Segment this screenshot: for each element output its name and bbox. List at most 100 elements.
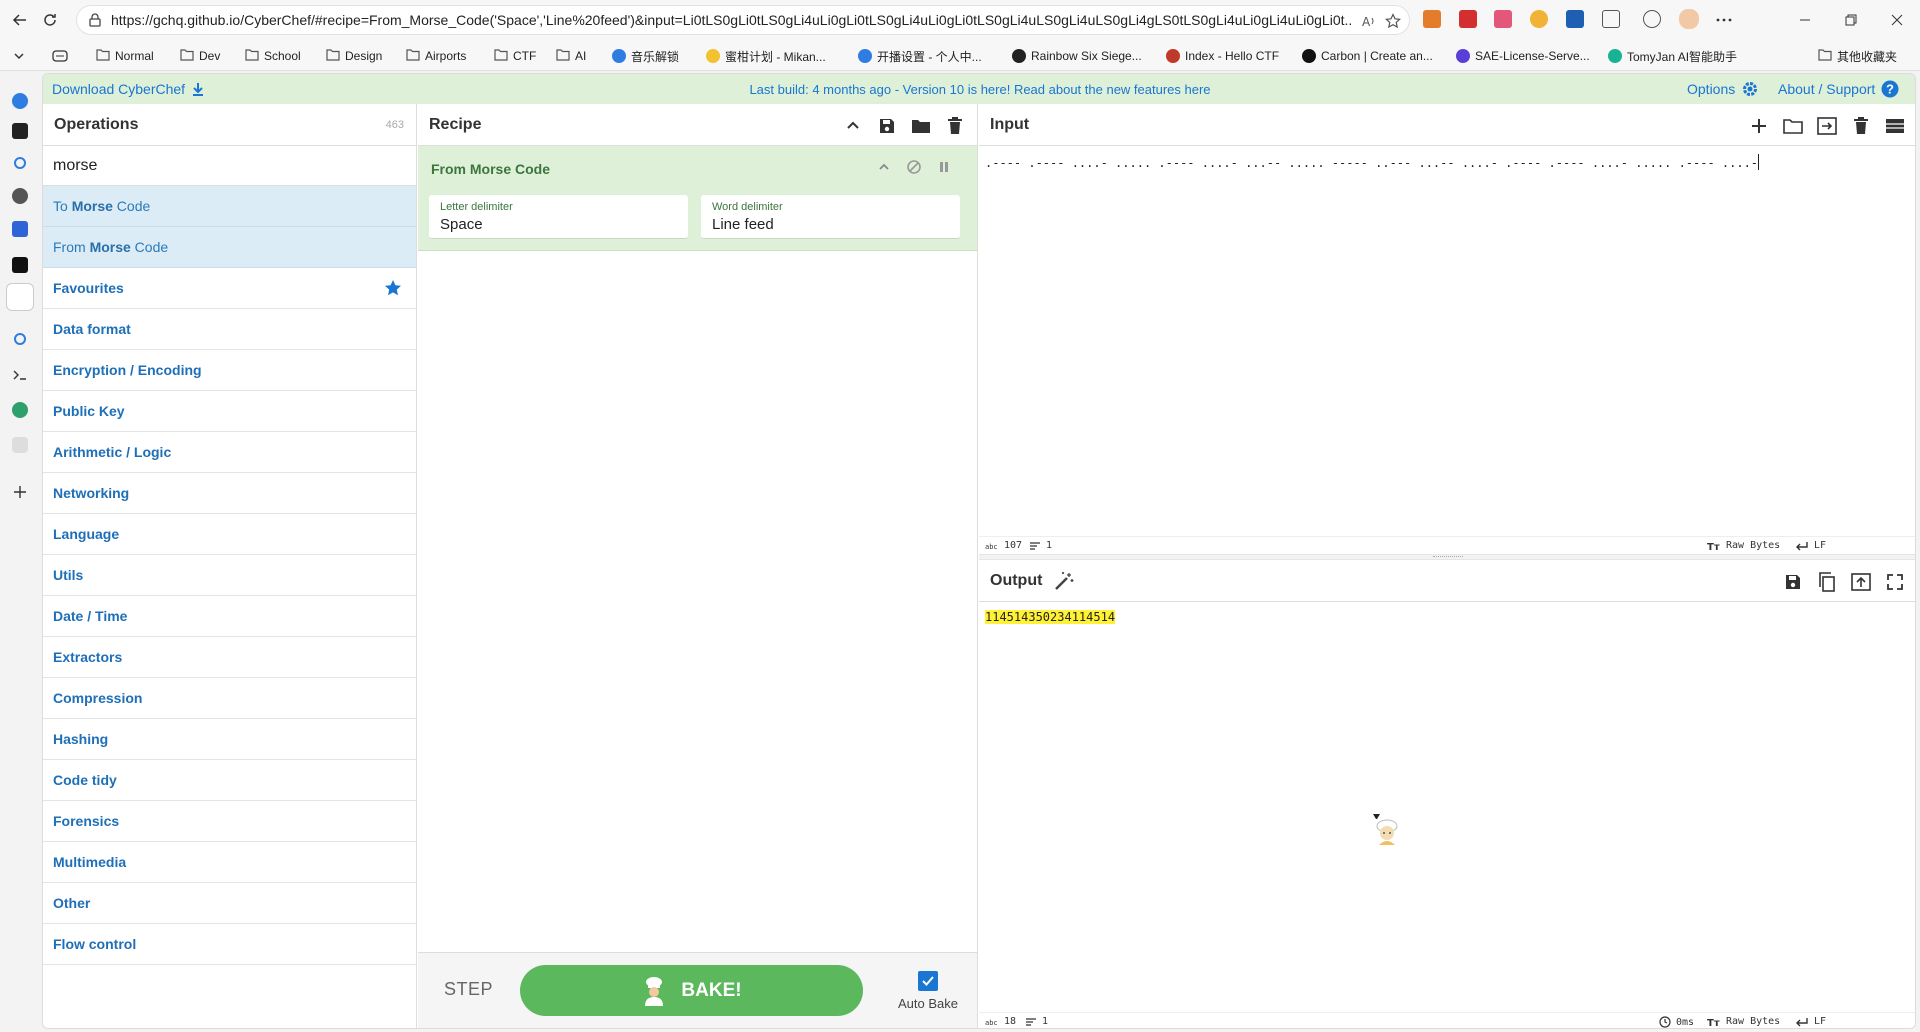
checkbox-checked-icon[interactable] — [918, 971, 938, 991]
bookmark-5[interactable]: CTF — [494, 46, 536, 66]
options-link[interactable]: Options — [1687, 80, 1759, 98]
load-recipe-folder-icon[interactable] — [911, 116, 931, 136]
add-input-tab-icon[interactable] — [1749, 116, 1769, 136]
category-favourites[interactable]: Favourites — [43, 268, 416, 309]
magic-wand-icon[interactable] — [1054, 571, 1074, 591]
sidebar-app-icon-6[interactable] — [12, 437, 28, 453]
copy-output-icon[interactable] — [1817, 572, 1837, 592]
category-code-tidy[interactable]: Code tidy — [43, 760, 416, 801]
workspaces-icon[interactable] — [52, 46, 68, 66]
bookmark-0[interactable]: Normal — [96, 46, 154, 66]
more-menu-icon[interactable] — [1712, 8, 1736, 32]
pause-operation-icon[interactable] — [935, 158, 953, 176]
category-forensics[interactable]: Forensics — [43, 801, 416, 842]
profile-avatar[interactable] — [1679, 9, 1699, 29]
open-file-folder-icon[interactable] — [1783, 116, 1803, 136]
input-encoding-selector[interactable]: Tт Raw Bytes — [1707, 540, 1780, 551]
favorite-star-icon[interactable] — [1385, 13, 1401, 29]
maximise-output-icon[interactable] — [1885, 572, 1905, 592]
bookmark-10[interactable]: Rainbow Six Siege... — [1012, 46, 1142, 66]
bookmark-3[interactable]: Design — [326, 46, 382, 66]
minimize-button[interactable] — [1793, 8, 1817, 32]
sidebar-copilot-icon[interactable] — [12, 93, 28, 109]
output-textarea[interactable]: 114514350234114514 — [979, 602, 1915, 1002]
auto-bake-checkbox[interactable]: Auto Bake — [888, 971, 968, 1011]
category-language[interactable]: Language — [43, 514, 416, 555]
reload-button[interactable] — [36, 6, 64, 34]
category-other[interactable]: Other — [43, 883, 416, 924]
url-text[interactable]: https://gchq.github.io/CyberChef/#recipe… — [111, 12, 1351, 28]
clear-recipe-trash-icon[interactable] — [945, 116, 965, 136]
sidebar-app-icon-2[interactable] — [12, 188, 28, 204]
output-encoding-selector[interactable]: Tт Raw Bytes — [1707, 1016, 1780, 1027]
reset-layout-icon[interactable] — [1885, 116, 1905, 136]
search-result-1[interactable]: From Morse Code — [43, 227, 416, 268]
download-cyberchef-link[interactable]: Download CyberChef — [52, 81, 205, 97]
bookmark-11[interactable]: Index - Hello CTF — [1166, 46, 1279, 66]
bookmark-7[interactable]: 音乐解锁 — [612, 46, 679, 66]
bookmark-15[interactable]: 其他收藏夹 — [1818, 46, 1897, 66]
extension-icon-2[interactable] — [1459, 10, 1477, 28]
letter-delimiter-field[interactable]: Letter delimiter Space — [429, 195, 688, 239]
category-extractors[interactable]: Extractors — [43, 637, 416, 678]
extension-icon-5[interactable] — [1566, 10, 1584, 28]
history-icon[interactable] — [1643, 10, 1661, 28]
metamask-extension-icon[interactable] — [1423, 10, 1441, 28]
about-support-link[interactable]: About / Support ? — [1778, 80, 1899, 98]
collapse-operation-icon[interactable] — [875, 158, 893, 176]
category-compression[interactable]: Compression — [43, 678, 416, 719]
sidebar-cyberchef-icon[interactable] — [6, 283, 34, 311]
favourite-star-icon[interactable] — [384, 279, 402, 297]
sidebar-search-icon[interactable] — [14, 157, 26, 169]
category-utils[interactable]: Utils — [43, 555, 416, 596]
bookmark-6[interactable]: AI — [556, 46, 586, 66]
bookmark-14[interactable]: TomyJan AI智能助手 — [1608, 46, 1737, 66]
category-encryption-encoding[interactable]: Encryption / Encoding — [43, 350, 416, 391]
category-flow-control[interactable]: Flow control — [43, 924, 416, 965]
output-eol-selector[interactable]: LF — [1795, 1016, 1826, 1027]
save-recipe-icon[interactable] — [877, 116, 897, 136]
category-public-key[interactable]: Public Key — [43, 391, 416, 432]
address-bar[interactable]: https://gchq.github.io/CyberChef/#recipe… — [76, 5, 1410, 35]
collapse-all-icon[interactable] — [843, 116, 863, 136]
recipe-operation-from-morse-code[interactable]: From Morse Code Letter delimiter Space W… — [418, 146, 977, 251]
bookmark-1[interactable]: Dev — [180, 46, 220, 66]
category-multimedia[interactable]: Multimedia — [43, 842, 416, 883]
site-info-icon[interactable] — [87, 12, 103, 28]
extension-icon-3[interactable] — [1494, 10, 1512, 28]
bookmark-13[interactable]: SAE-License-Serve... — [1456, 46, 1590, 66]
back-button[interactable] — [6, 6, 34, 34]
bake-button[interactable]: BAKE! — [520, 965, 863, 1016]
operations-search-input[interactable]: morse — [43, 146, 416, 186]
save-output-icon[interactable] — [1783, 572, 1803, 592]
sidebar-terminal-icon[interactable] — [12, 367, 28, 383]
sidebar-app-icon-3[interactable] — [12, 221, 28, 237]
extension-icon-4[interactable] — [1530, 10, 1548, 28]
input-eol-selector[interactable]: LF — [1795, 540, 1826, 551]
sidebar-app-icon-1[interactable] — [12, 123, 28, 139]
sidebar-app-icon-4[interactable] — [12, 257, 28, 273]
resize-grip-icon[interactable] — [1433, 556, 1463, 558]
bookmark-12[interactable]: Carbon | Create an... — [1302, 46, 1433, 66]
step-button[interactable]: STEP — [444, 979, 493, 1000]
category-date-time[interactable]: Date / Time — [43, 596, 416, 637]
open-folder-input-icon[interactable] — [1817, 116, 1837, 136]
search-result-0[interactable]: To Morse Code — [43, 186, 416, 227]
release-notes-link[interactable]: Last build: 4 months ago - Version 10 is… — [749, 82, 1210, 97]
category-networking[interactable]: Networking — [43, 473, 416, 514]
extensions-puzzle-icon[interactable] — [1602, 10, 1620, 28]
restore-button[interactable] — [1839, 8, 1863, 32]
category-hashing[interactable]: Hashing — [43, 719, 416, 760]
disable-operation-icon[interactable] — [905, 158, 923, 176]
tab-actions-icon[interactable] — [12, 46, 26, 66]
word-delimiter-field[interactable]: Word delimiter Line feed — [701, 195, 960, 239]
bookmark-4[interactable]: Airports — [406, 46, 466, 66]
category-data-format[interactable]: Data format — [43, 309, 416, 350]
sidebar-search-icon-2[interactable] — [14, 333, 26, 345]
input-textarea[interactable]: .---- .---- ....- ..... .---- ....- ...-… — [979, 146, 1915, 536]
read-aloud-icon[interactable]: A — [1361, 13, 1377, 29]
bookmark-2[interactable]: School — [245, 46, 301, 66]
bookmark-9[interactable]: 开播设置 - 个人中... — [858, 46, 982, 66]
category-arithmetic-logic[interactable]: Arithmetic / Logic — [43, 432, 416, 473]
close-window-button[interactable] — [1885, 8, 1909, 32]
